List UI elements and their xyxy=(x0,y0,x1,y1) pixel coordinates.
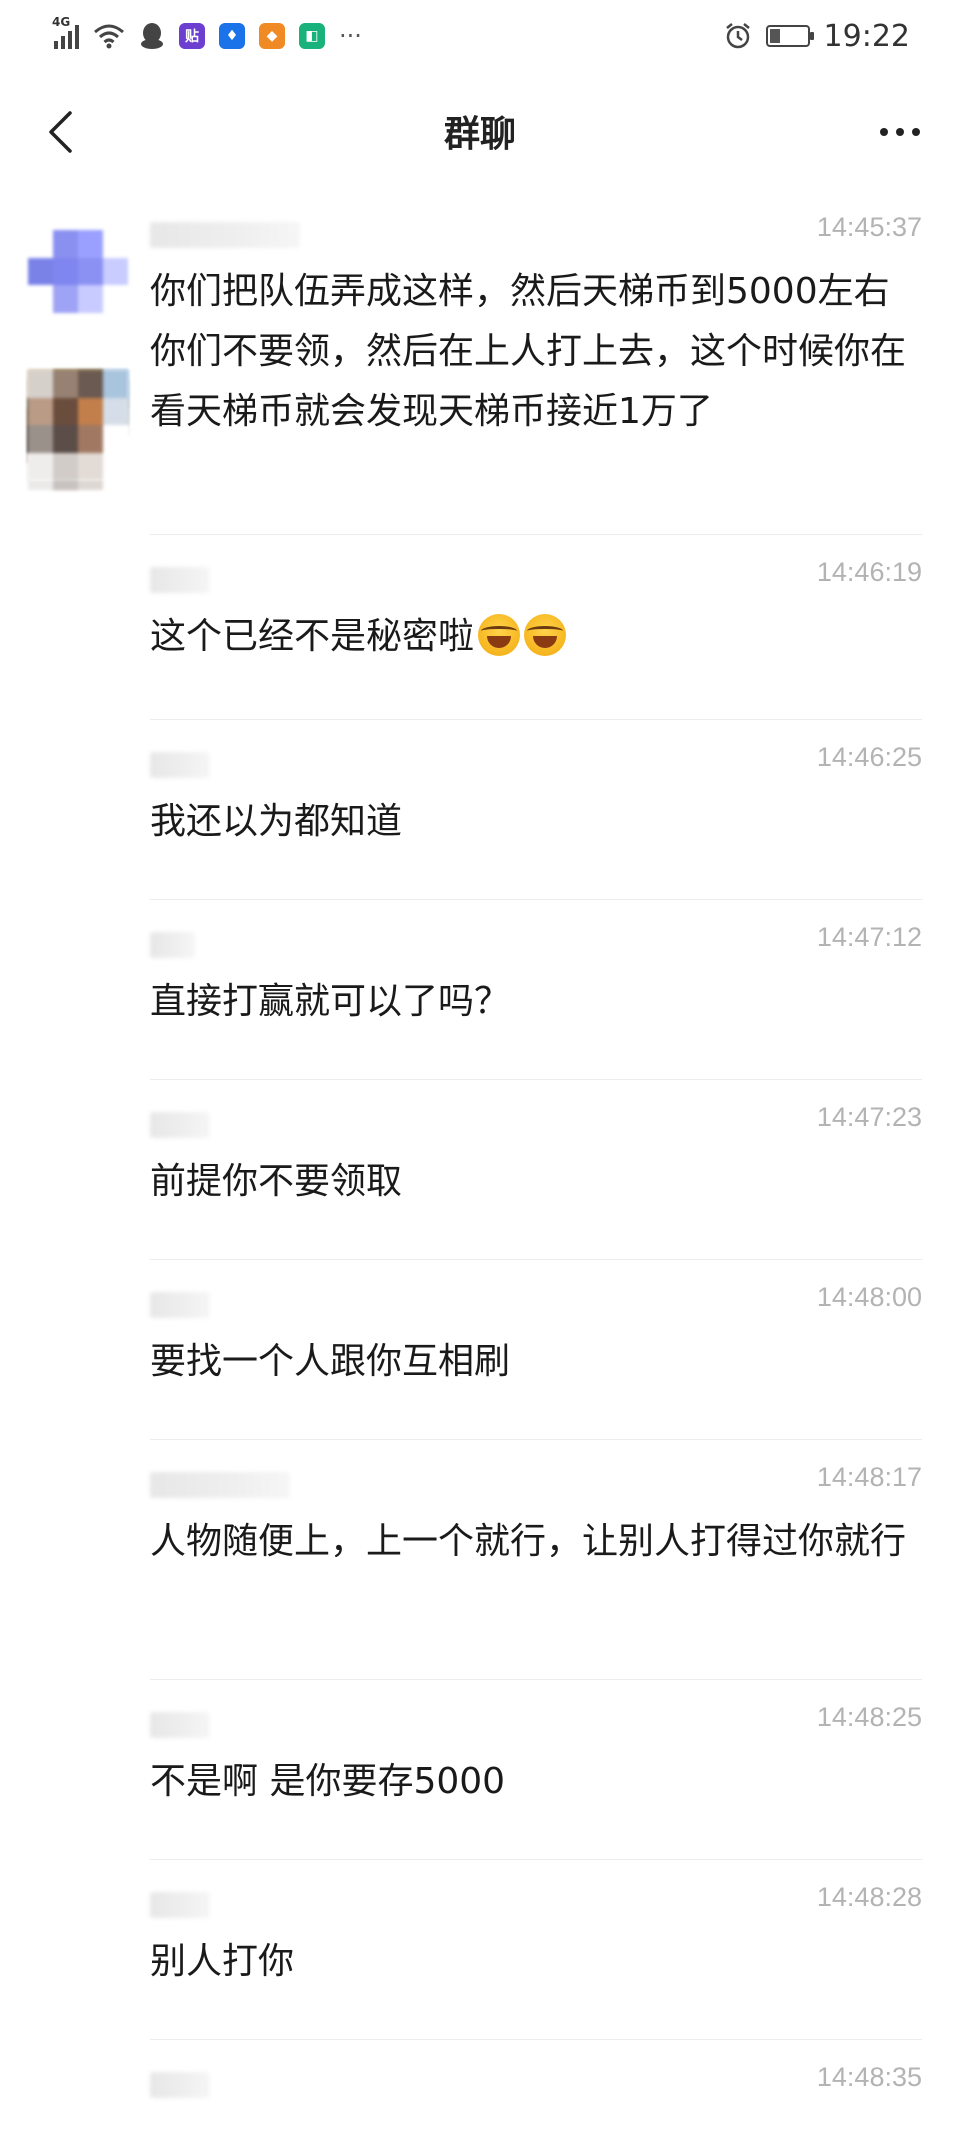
sender-name-redacted xyxy=(150,932,195,958)
message-timestamp: 14:47:12 xyxy=(816,922,922,952)
sender-name-redacted xyxy=(150,1112,210,1138)
message-meta: 14:48:00 xyxy=(150,1282,922,1322)
more-notifications-icon: ··· xyxy=(339,22,362,50)
taobao-icon: ◆ xyxy=(259,23,285,49)
signal-icon: 4G xyxy=(52,15,79,49)
message-timestamp: 14:48:28 xyxy=(816,1882,922,1912)
laughing-tears-emoji-icon xyxy=(524,614,567,656)
battery-fill xyxy=(769,29,781,43)
message-text: 不是啊 是你要存5000 xyxy=(150,1752,922,1812)
message-timestamp: 14:48:00 xyxy=(816,1282,922,1312)
message-text: 别人打你 xyxy=(150,1932,922,1992)
message-meta: 14:48:17 xyxy=(150,1462,922,1502)
sender-name-redacted xyxy=(150,1892,210,1918)
message-item[interactable]: 14:48:35 xyxy=(0,2040,960,2140)
back-button[interactable] xyxy=(30,102,90,162)
tieba-icon: 贴 xyxy=(179,23,205,49)
message-text: 直接打赢就可以了吗？ xyxy=(150,972,922,1032)
message-text: 人物随便上，上一个就行，让别人打得过你就行 xyxy=(150,1512,922,1572)
message-text-content: 不是啊 是你要存5000 xyxy=(150,1761,506,1802)
avatar[interactable] xyxy=(28,370,128,480)
sender-name-redacted xyxy=(150,567,210,593)
message-timestamp: 14:48:17 xyxy=(816,1462,922,1492)
message-text: 要找一个人跟你互相刷 xyxy=(150,1332,922,1392)
message-timestamp: 14:48:35 xyxy=(816,2062,922,2092)
clock-time: 19:22 xyxy=(823,18,910,54)
message-meta: 14:46:25 xyxy=(150,742,922,782)
sender-name-redacted xyxy=(150,1472,290,1498)
message-meta: 14:48:25 xyxy=(150,1702,922,1742)
message-item[interactable]: 14:47:23 前提你不要领取 xyxy=(0,380,960,1260)
message-timestamp: 14:47:23 xyxy=(816,1102,922,1132)
sender-name-redacted xyxy=(150,1712,210,1738)
status-right: 19:22 xyxy=(724,19,910,54)
status-bar: 4G 贴 ♦ ◆ ◧ ··· 19:22 xyxy=(0,0,960,72)
message-timestamp: 14:46:19 xyxy=(816,557,922,587)
more-dots-icon xyxy=(880,128,888,136)
message-text-content: 这个已经不是秘密啦 xyxy=(150,616,475,657)
status-left: 4G 贴 ♦ ◆ ◧ ··· xyxy=(52,15,362,50)
message-item[interactable]: 14:48:00 要找一个人跟你互相刷 xyxy=(0,1260,960,1440)
message-text-content: 前提你不要领取 xyxy=(150,1161,403,1202)
message-meta: 14:47:23 xyxy=(150,1102,922,1142)
message-item[interactable]: 14:48:17 人物随便上，上一个就行，让别人打得过你就行 xyxy=(0,370,960,1680)
sender-name-redacted xyxy=(150,752,210,778)
sender-name-redacted xyxy=(150,2072,210,2098)
more-options-button[interactable] xyxy=(870,110,930,154)
message-text-content: 你们把队伍弄成这样，然后天梯币到5000左右你们不要领，然后在上人打上去，这个时… xyxy=(150,271,907,432)
message-meta: 14:48:35 xyxy=(150,2062,922,2102)
message-item[interactable]: 14:47:12 直接打赢就可以了吗？ xyxy=(0,380,960,1080)
message-text: 前提你不要领取 xyxy=(150,1152,922,1212)
laughing-tears-emoji-icon xyxy=(478,614,521,656)
message-text-content: 别人打你 xyxy=(150,1941,295,1982)
message-text: 我还以为都知道 xyxy=(150,792,922,852)
alarm-icon xyxy=(725,23,750,49)
network-type: 4G xyxy=(52,15,71,29)
chevron-left-icon xyxy=(49,111,72,153)
message-text: 你们把队伍弄成这样，然后天梯币到5000左右你们不要领，然后在上人打上去，这个时… xyxy=(150,262,922,442)
avatar[interactable] xyxy=(28,230,128,340)
message-timestamp: 14:46:25 xyxy=(816,742,922,772)
message-text: 这个已经不是秘密啦 xyxy=(150,607,922,667)
message-item[interactable]: 14:48:28 别人打你 xyxy=(0,1860,960,2040)
message-item[interactable]: 14:46:19 这个已经不是秘密啦 xyxy=(0,370,960,720)
message-timestamp: 14:45:37 xyxy=(816,212,922,242)
message-meta: 14:46:19 xyxy=(150,557,922,597)
message-text-content: 人物随便上，上一个就行，让别人打得过你就行 xyxy=(150,1521,907,1562)
wifi-icon xyxy=(94,24,124,49)
chat-header: 群聊 xyxy=(0,72,960,190)
qq-icon xyxy=(141,23,163,49)
sender-name-redacted xyxy=(150,222,300,248)
page-title: 群聊 xyxy=(443,114,516,155)
sender-name-redacted xyxy=(150,1292,210,1318)
baidu-icon: ♦ xyxy=(219,23,245,49)
message-text-content: 我还以为都知道 xyxy=(150,801,403,842)
message-timestamp: 14:48:25 xyxy=(816,1702,922,1732)
message-item[interactable]: 14:48:25 不是啊 是你要存5000 xyxy=(0,370,960,1860)
message-text-content: 直接打赢就可以了吗？ xyxy=(150,981,511,1022)
message-meta: 14:48:28 xyxy=(150,1882,922,1922)
battery-icon xyxy=(765,25,814,47)
message-meta: 14:47:12 xyxy=(150,922,922,962)
message-item[interactable]: 14:46:25 我还以为都知道 xyxy=(0,720,960,900)
shield-icon: ◧ xyxy=(299,23,325,49)
message-meta: 14:45:37 xyxy=(150,212,922,252)
message-item[interactable]: 14:45:37 你们把队伍弄成这样，然后天梯币到5000左右你们不要领，然后在上… xyxy=(0,190,960,535)
message-text-content: 要找一个人跟你互相刷 xyxy=(150,1341,511,1382)
